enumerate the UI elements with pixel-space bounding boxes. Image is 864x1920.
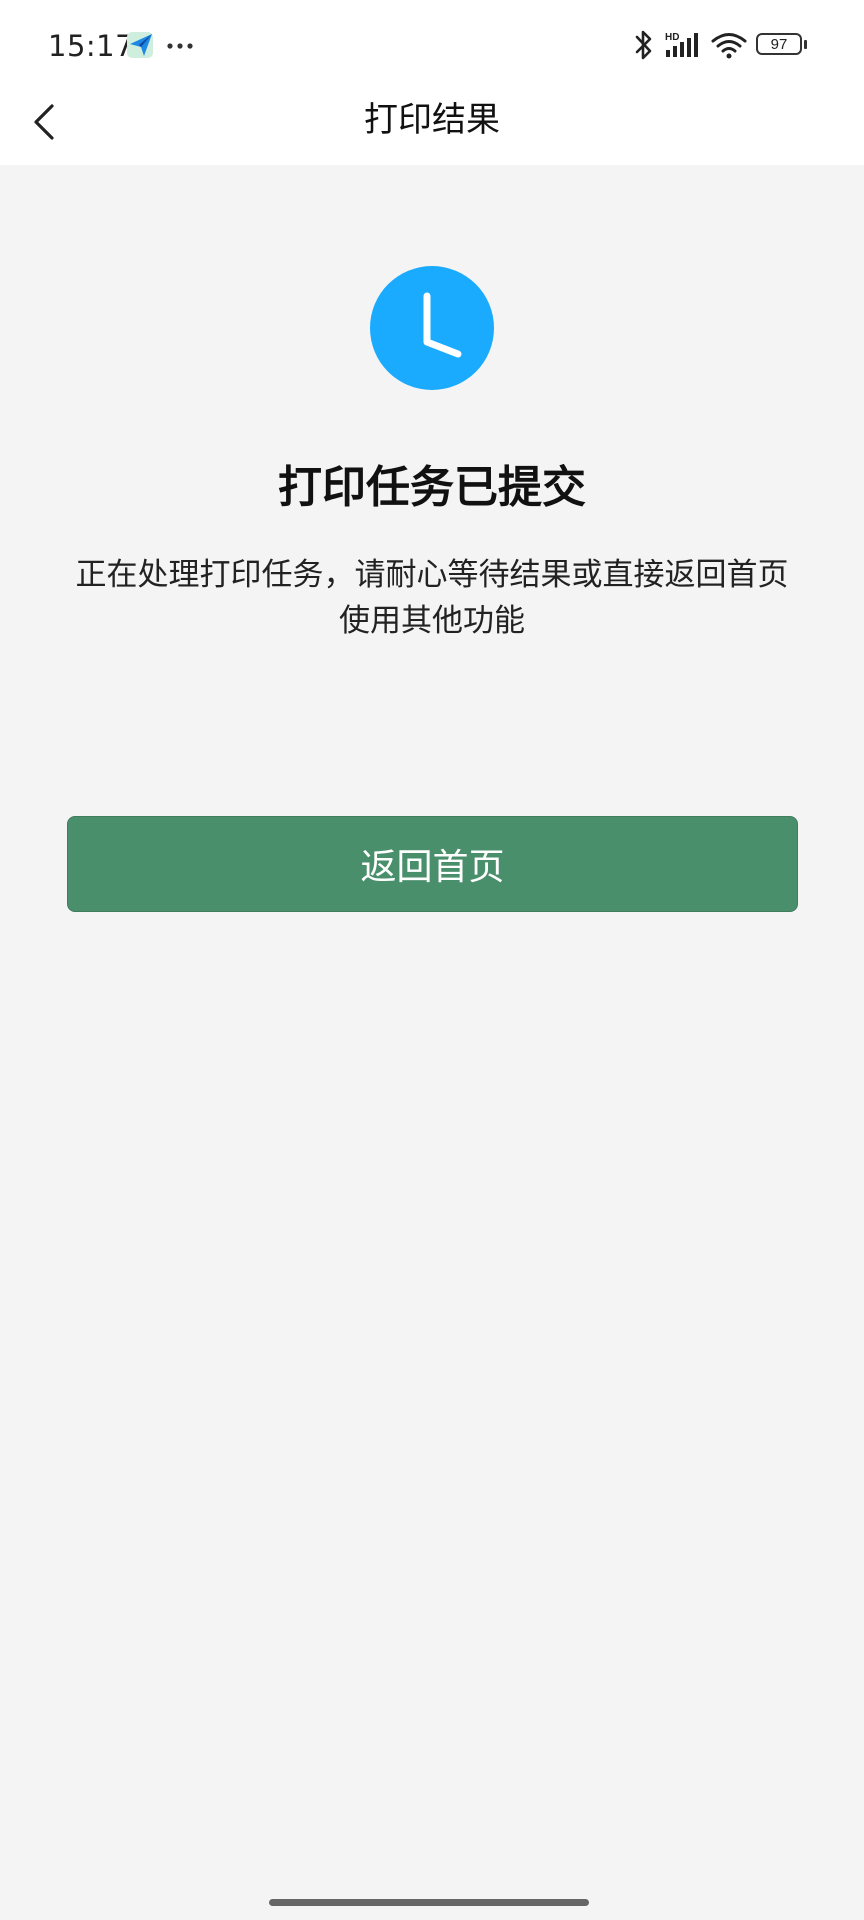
status-bar: 15:17 HD 97 xyxy=(0,0,864,92)
nav-bar: 打印结果 xyxy=(0,92,864,165)
gesture-bar[interactable] xyxy=(269,1899,589,1906)
signal-icon: HD xyxy=(665,32,698,57)
bluetooth-icon xyxy=(635,30,652,60)
more-dots-icon xyxy=(167,43,193,49)
page-title: 打印结果 xyxy=(364,100,500,140)
result-description: 正在处理打印任务，请耐心等待结果或直接返回首页使用其他功能 xyxy=(75,557,789,639)
network-badge: HD xyxy=(665,32,679,43)
clock-icon xyxy=(370,266,494,390)
status-time: 15:17 xyxy=(48,29,135,63)
wifi-icon xyxy=(711,33,747,59)
battery-icon: 97 xyxy=(756,33,808,57)
battery-level: 97 xyxy=(756,33,802,55)
result-title: 打印任务已提交 xyxy=(278,462,586,513)
top-area: 15:17 HD 97 打印结果 xyxy=(0,0,864,165)
return-home-button[interactable]: 返回首页 xyxy=(67,816,798,912)
app-notification-icon xyxy=(127,32,153,58)
battery-cap xyxy=(804,40,807,49)
